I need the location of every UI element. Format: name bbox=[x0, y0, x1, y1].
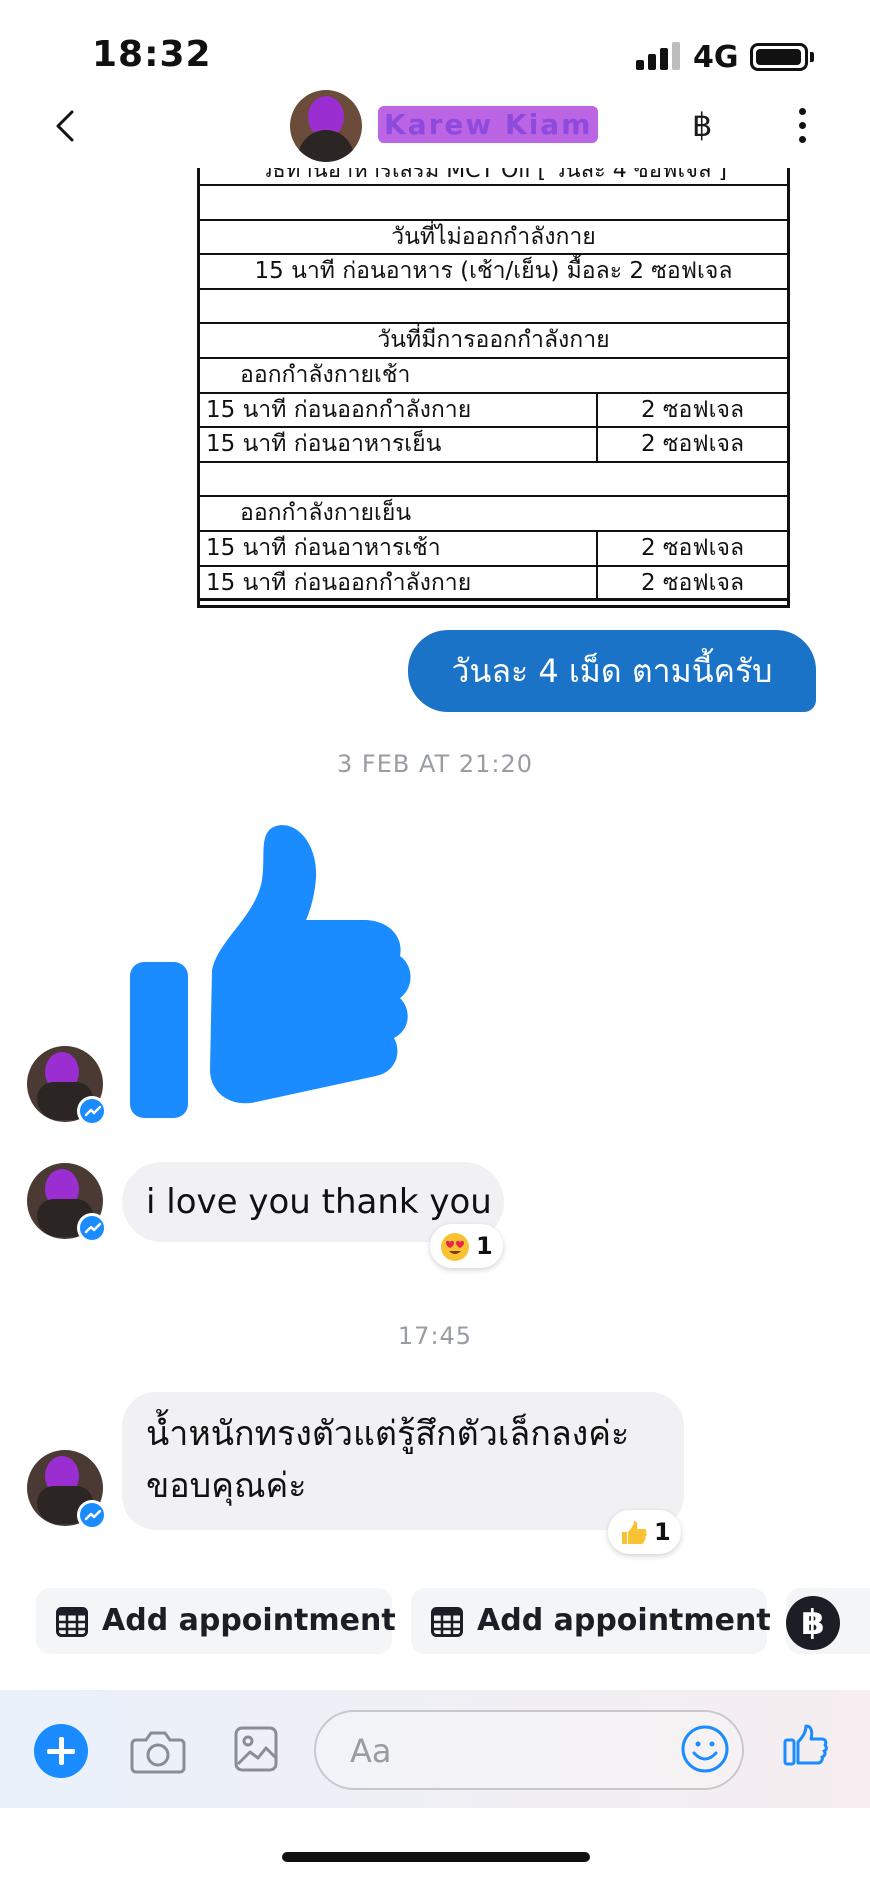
baht-payment-icon[interactable]: ฿ bbox=[786, 1596, 840, 1650]
status-bar: 18:32 4G bbox=[0, 0, 870, 100]
doc-exercise-title: วันที่มีการออกกำลังกาย bbox=[200, 324, 787, 359]
network-type: 4G bbox=[693, 40, 739, 75]
battery-tip bbox=[810, 52, 814, 62]
messenger-badge-icon bbox=[77, 1500, 107, 1530]
emoji-icon[interactable] bbox=[680, 1724, 730, 1774]
like-thumbs-up-icon[interactable] bbox=[782, 1720, 830, 1768]
doc-table-row: 15 นาที ก่อนอาหารเย็น 2 ซอฟเจล bbox=[200, 428, 787, 463]
messenger-badge-icon bbox=[77, 1096, 107, 1126]
incoming-message-bubble[interactable]: น้ำหนักทรงตัวแต่รู้สึกตัวเล็กลงค่ะ ขอบคุ… bbox=[122, 1392, 684, 1530]
doc-when: 15 นาที ก่อนอาหารเย็น bbox=[206, 431, 442, 458]
thumbs-up-emoji-icon bbox=[622, 1521, 647, 1544]
doc-top-cut: วิธีทานอาหารเสริม MCT Oil [ วันละ 4 ซอฟเ… bbox=[200, 168, 787, 186]
doc-dose: 2 ซอฟเจล bbox=[596, 393, 787, 427]
home-indicator bbox=[282, 1852, 590, 1862]
payment-baht-button[interactable]: ฿ bbox=[692, 106, 712, 144]
message-reaction[interactable]: 1 bbox=[608, 1510, 681, 1554]
add-appointment-chip[interactable]: Add appointment bbox=[411, 1588, 771, 1654]
reaction-count: 1 bbox=[476, 1232, 493, 1260]
doc-blank-row bbox=[200, 290, 787, 325]
message-input[interactable]: Aa bbox=[314, 1710, 744, 1790]
chip-label: Add appointment bbox=[102, 1603, 396, 1638]
doc-table-row: 15 นาที ก่อนอาหารเช้า 2 ซอฟเจล bbox=[200, 531, 787, 567]
messenger-badge-icon bbox=[77, 1213, 107, 1243]
message-line: ขอบคุณค่ะ bbox=[146, 1466, 307, 1506]
conversation-header: Karew Kiam ฿ bbox=[0, 88, 870, 168]
thumbs-up-sticker-icon[interactable] bbox=[126, 820, 426, 1120]
doc-dose: 2 ซอฟเจล bbox=[596, 428, 787, 461]
gallery-image-icon[interactable] bbox=[234, 1726, 278, 1772]
add-appointment-chip[interactable]: Add appointment bbox=[36, 1588, 396, 1654]
sender-avatar[interactable] bbox=[27, 1046, 107, 1126]
shared-document-image[interactable]: วิธีทานอาหารเสริม MCT Oil [ วันละ 4 ซอฟเ… bbox=[197, 168, 790, 608]
calendar-grid-icon bbox=[56, 1607, 88, 1637]
chip-label: Add appointment bbox=[477, 1603, 771, 1638]
contact-avatar[interactable] bbox=[290, 90, 362, 162]
doc-when: 15 นาที ก่อนออกกำลังกาย bbox=[206, 569, 472, 596]
message-reaction[interactable]: 1 bbox=[430, 1224, 503, 1268]
back-chevron-icon[interactable] bbox=[46, 106, 86, 146]
sender-avatar[interactable] bbox=[27, 1450, 107, 1530]
doc-evening-title: ออกกำลังกายเย็น bbox=[200, 497, 787, 532]
reaction-count: 1 bbox=[654, 1518, 671, 1546]
doc-dose: 2 ซอฟเจล bbox=[596, 531, 787, 565]
battery-icon bbox=[750, 43, 808, 71]
message-composer: Aa bbox=[0, 1690, 870, 1808]
status-time: 18:32 bbox=[92, 34, 212, 75]
input-placeholder: Aa bbox=[350, 1732, 392, 1770]
camera-icon[interactable] bbox=[130, 1726, 186, 1776]
outgoing-message-bubble[interactable]: วันละ 4 เม็ด ตามนี้ครับ bbox=[408, 630, 816, 712]
sender-avatar[interactable] bbox=[27, 1163, 107, 1243]
calendar-grid-icon bbox=[431, 1607, 463, 1637]
message-timestamp: 3 FEB AT 21:20 bbox=[337, 750, 533, 778]
signal-icon bbox=[636, 42, 680, 70]
doc-blank-row bbox=[200, 463, 787, 498]
heart-eyes-emoji-icon bbox=[441, 1233, 469, 1261]
plus-icon[interactable] bbox=[34, 1724, 88, 1778]
doc-blank-row bbox=[200, 186, 787, 221]
message-line: น้ำหนักทรงตัวแต่รู้สึกตัวเล็กลงค่ะ bbox=[146, 1414, 630, 1454]
message-timestamp: 17:45 bbox=[397, 1322, 473, 1350]
doc-when: 15 นาที ก่อนออกกำลังกาย bbox=[206, 396, 472, 423]
contact-name[interactable]: Karew Kiam bbox=[378, 106, 599, 143]
doc-morning-title: ออกกำลังกายเช้า bbox=[200, 359, 787, 394]
doc-when: 15 นาที ก่อนอาหารเช้า bbox=[206, 534, 441, 561]
doc-dose: 2 ซอฟเจล bbox=[596, 566, 787, 599]
doc-no-exercise-title: วันที่ไม่ออกกำลังกาย bbox=[200, 221, 787, 256]
doc-table-row: 15 นาที ก่อนออกกำลังกาย 2 ซอฟเจล bbox=[200, 566, 787, 602]
doc-no-exercise-line: 15 นาที ก่อนอาหาร (เช้า/เย็น) มื้อละ 2 ซ… bbox=[200, 255, 787, 290]
doc-table-row: 15 นาที ก่อนออกกำลังกาย 2 ซอฟเจล bbox=[200, 393, 787, 429]
more-options-icon[interactable] bbox=[796, 108, 808, 148]
